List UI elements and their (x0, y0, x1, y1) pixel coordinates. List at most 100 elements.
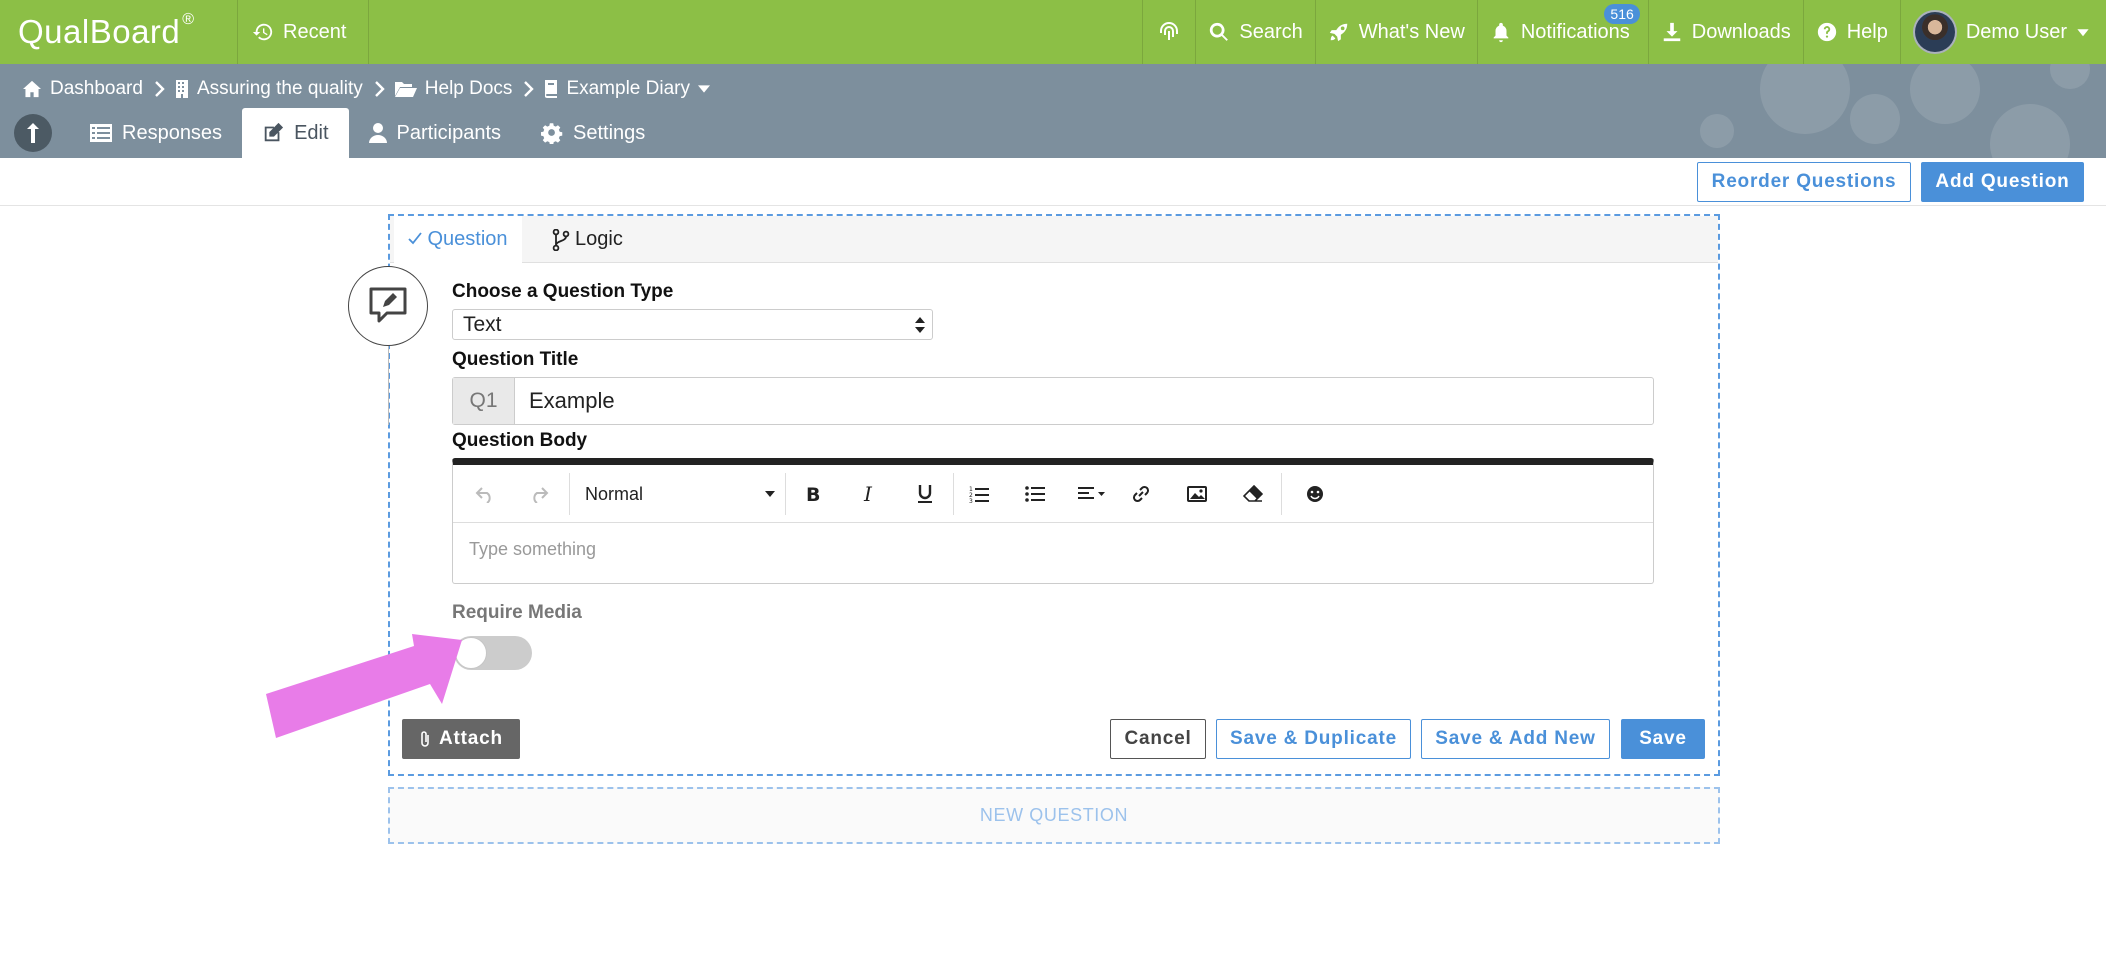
breadcrumb-activity[interactable]: Example Diary (544, 78, 710, 100)
tab-question[interactable]: Question (394, 216, 522, 263)
question-type-label: Choose a Question Type (452, 281, 674, 302)
image-icon (1187, 486, 1207, 502)
qualboard-logo[interactable]: QualBoard ® (0, 0, 238, 64)
question-connector (388, 345, 389, 425)
breadcrumb: Dashboard Assuring the quality Help Docs… (22, 74, 710, 104)
building-icon (175, 80, 188, 98)
question-title-field[interactable]: Q1 Example (452, 377, 1654, 425)
chevron-right-icon (373, 81, 385, 97)
bell-icon (1493, 22, 1509, 43)
bold-button[interactable]: B (793, 465, 833, 523)
bullet-list-icon (1025, 486, 1045, 502)
search-button[interactable]: Search (1195, 0, 1314, 64)
question-type-icon (348, 266, 428, 346)
project-tabs: Responses Edit Participants Settings (0, 108, 665, 158)
select-arrows-icon (915, 317, 925, 333)
question-title-label: Question Title (452, 349, 579, 370)
project-header: Dashboard Assuring the quality Help Docs… (0, 64, 2106, 158)
underline-icon (918, 485, 932, 503)
tab-settings[interactable]: Settings (521, 108, 665, 158)
tab-responses[interactable]: Responses (70, 108, 242, 158)
annotation-arrow (266, 634, 462, 738)
tab-edit[interactable]: Edit (242, 108, 349, 158)
edit-icon (264, 122, 284, 142)
gear-icon (541, 123, 563, 144)
rocket-icon (1329, 23, 1347, 42)
redo-button[interactable] (521, 465, 557, 523)
question-body-editor: Normal B I 123 Type something (452, 458, 1654, 584)
svg-text:I: I (863, 485, 873, 503)
bullet-list-button[interactable] (1015, 465, 1055, 523)
emoji-button[interactable] (1295, 465, 1335, 523)
whats-new-button[interactable]: What's New (1314, 0, 1477, 64)
underline-button[interactable] (905, 465, 945, 523)
caret-down-icon (765, 491, 775, 497)
image-button[interactable] (1177, 465, 1217, 523)
avatar (1912, 10, 1957, 54)
save-button[interactable]: Save (1621, 719, 1705, 759)
back-to-top-button[interactable] (14, 114, 52, 152)
save-add-new-button[interactable]: Save & Add New (1421, 719, 1610, 759)
clear-format-button[interactable] (1233, 465, 1273, 523)
question-title-input[interactable]: Example (515, 378, 1653, 424)
download-icon (1663, 22, 1681, 42)
help-button[interactable]: Help (1802, 0, 1900, 64)
cancel-button[interactable]: Cancel (1110, 719, 1206, 759)
caret-down-icon (2077, 29, 2089, 37)
check-icon (408, 232, 423, 245)
fingerprint-button[interactable] (1142, 0, 1195, 64)
italic-icon: I (863, 485, 873, 503)
link-button[interactable] (1121, 465, 1161, 523)
code-branch-icon (552, 228, 570, 251)
question-body-input[interactable]: Type something (453, 523, 1653, 576)
italic-button[interactable]: I (849, 465, 889, 523)
require-media-toggle[interactable] (454, 636, 532, 670)
folder-open-icon (394, 82, 417, 97)
eraser-icon (1243, 485, 1263, 502)
downloads-button[interactable]: Downloads (1647, 0, 1803, 64)
svg-text:3: 3 (969, 498, 973, 503)
breadcrumb-dashboard[interactable]: Dashboard (22, 78, 143, 100)
chevron-right-icon (522, 81, 535, 97)
align-left-icon (1078, 487, 1105, 499)
breadcrumb-project[interactable]: Assuring the quality (175, 78, 363, 100)
require-media-label: Require Media (452, 602, 582, 623)
user-menu[interactable]: Demo User (1899, 0, 2106, 64)
breadcrumb-folder[interactable]: Help Docs (394, 78, 512, 100)
save-duplicate-button[interactable]: Save & Duplicate (1216, 719, 1411, 759)
bold-icon: B (806, 485, 820, 503)
redo-icon (533, 487, 549, 503)
align-button[interactable] (1067, 465, 1117, 523)
comment-edit-icon (369, 287, 407, 323)
book-icon (545, 80, 558, 98)
ordered-list-button[interactable]: 123 (959, 465, 999, 523)
action-row: Reorder Questions Add Question (0, 158, 2106, 206)
list-alt-icon (90, 124, 112, 142)
editor-toolbar: Normal B I 123 (453, 465, 1653, 523)
search-icon (1210, 22, 1229, 41)
undo-button[interactable] (467, 465, 503, 523)
recent-button[interactable]: Recent (238, 0, 370, 64)
notifications-badge: 516 (1604, 4, 1640, 24)
undo-icon (475, 487, 491, 503)
question-number: Q1 (453, 378, 515, 424)
tab-participants[interactable]: Participants (349, 108, 522, 158)
smile-icon (1307, 486, 1323, 502)
format-select[interactable]: Normal (585, 465, 775, 523)
chevron-right-icon (153, 81, 165, 97)
top-bar: QualBoard ® Recent Search What's New Noti… (0, 0, 2106, 64)
user-icon (368, 123, 387, 143)
new-question-dropzone[interactable]: NEW QUESTION (388, 787, 1720, 844)
caret-down-icon (697, 85, 710, 93)
ordered-list-icon: 123 (969, 486, 989, 503)
arrow-up-icon (27, 123, 39, 143)
question-circle-icon (1817, 22, 1836, 42)
reorder-questions-button[interactable]: Reorder Questions (1697, 162, 1911, 202)
tab-logic[interactable]: Logic (552, 216, 623, 263)
link-icon (1132, 485, 1150, 503)
add-question-button[interactable]: Add Question (1921, 162, 2084, 202)
fingerprint-icon (1160, 22, 1179, 40)
notifications-button[interactable]: Notifications 516 (1476, 0, 1648, 64)
history-icon (252, 23, 273, 41)
question-type-select[interactable]: Text (452, 309, 933, 340)
